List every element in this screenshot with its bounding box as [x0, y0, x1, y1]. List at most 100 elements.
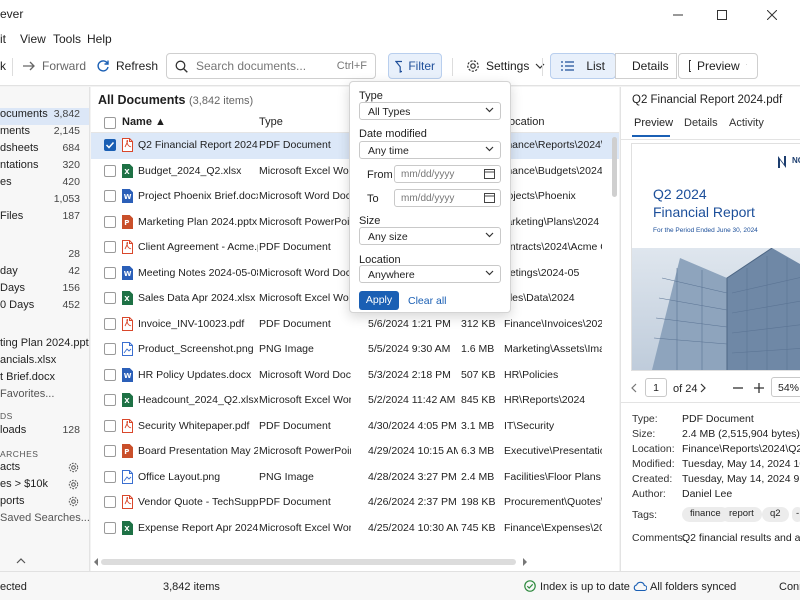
vertical-scrollbar[interactable] — [612, 137, 617, 197]
sidebar-favorite-item[interactable]: ancials.xlsx — [0, 354, 89, 371]
row-checkbox[interactable] — [104, 317, 116, 330]
table-row[interactable]: X Expense Report Apr 2024.xlsxMicrosoft E… — [91, 516, 619, 542]
table-row[interactable]: Vendor Quote - TechSupply.pdfPDF Documen… — [91, 490, 619, 516]
sidebar-favorite-item[interactable]: t Brief.docx — [0, 371, 89, 388]
row-checkbox[interactable] — [104, 190, 116, 202]
menu-edit[interactable]: it — [0, 32, 6, 46]
tag-chip[interactable]: q2 — [762, 507, 789, 522]
cell-size: 1.6 MB — [461, 343, 495, 355]
menu-view[interactable]: View — [20, 32, 46, 46]
table-row[interactable]: W HR Policy Updates.docx Microsoft Word Do… — [91, 363, 619, 389]
sidebar-item-presentations[interactable]: ntations 320 — [0, 159, 89, 176]
sort-ascending-icon: ▲ — [155, 116, 166, 128]
sidebar-item-documents[interactable]: ments 2,145 — [0, 125, 89, 142]
row-checkbox[interactable] — [104, 368, 116, 381]
row-checkbox[interactable] — [104, 241, 116, 253]
filter-clear-button[interactable]: Clear all — [408, 295, 447, 307]
column-location[interactable]: ocation — [509, 116, 544, 128]
gear-icon[interactable] — [68, 496, 79, 507]
filter-from-date[interactable]: mm/dd/yyyy — [394, 165, 501, 183]
gear-icon[interactable] — [68, 479, 79, 490]
back-button[interactable]: k — [0, 53, 12, 79]
table-row[interactable]: Office Layout.png PNG Image 4/28/2024 3:27… — [91, 465, 619, 491]
filter-date-select[interactable]: Any time — [359, 141, 501, 159]
row-checkbox[interactable] — [104, 445, 116, 457]
chevron-left-icon[interactable] — [630, 383, 637, 393]
row-checkbox[interactable] — [104, 139, 116, 151]
view-preview-button[interactable]: Preview — [678, 53, 758, 79]
tab-preview[interactable]: Preview — [634, 117, 673, 129]
sidebar-item-downloads[interactable]: loads 128 — [0, 424, 89, 441]
sidebar-date-yesterday[interactable]: day 42 — [0, 265, 89, 282]
sidebar-item-files[interactable]: Files 187 — [0, 210, 89, 227]
row-checkbox[interactable] — [104, 470, 116, 483]
sidebar-item-spreadsheets[interactable]: dsheets 684 — [0, 142, 89, 159]
filter-button[interactable]: Filter — [388, 53, 442, 79]
sidebar-favorite-item[interactable]: ting Plan 2024.pptx — [0, 337, 89, 354]
zoom-level[interactable]: 54% — [771, 377, 800, 397]
row-checkbox[interactable] — [104, 419, 116, 432]
filter-to-date[interactable]: mm/dd/yyyy — [394, 189, 501, 207]
row-checkbox[interactable] — [104, 496, 116, 508]
row-checkbox[interactable] — [104, 215, 116, 228]
toolbar-divider — [542, 58, 543, 76]
tag-more[interactable]: - — [792, 507, 800, 522]
view-list-button[interactable]: List — [550, 53, 616, 79]
sidebar-saved-searches-more[interactable]: Saved Searches... — [0, 512, 89, 529]
horizontal-scrollbar[interactable] — [101, 559, 516, 565]
sidebar-item-all-documents[interactable]: ocuments 3,842 — [0, 108, 89, 125]
refresh-button[interactable]: Refresh — [90, 53, 164, 79]
row-checkbox[interactable] — [104, 266, 116, 279]
zoom-out-icon[interactable] — [733, 387, 743, 389]
scroll-left-icon[interactable] — [93, 558, 99, 566]
maximize-button[interactable] — [700, 0, 744, 30]
row-checkbox[interactable] — [104, 521, 116, 534]
scroll-right-icon[interactable] — [522, 558, 528, 566]
filter-date-label: Date modified — [359, 128, 427, 140]
search-input[interactable] — [196, 59, 329, 73]
close-button[interactable] — [744, 0, 800, 30]
table-row[interactable]: Security Whitepaper.pdf PDF Document 4/30/… — [91, 414, 619, 440]
row-checkbox[interactable] — [104, 164, 116, 177]
menu-help[interactable]: Help — [87, 32, 112, 46]
sidebar-item-other[interactable]: 1,053 — [0, 193, 89, 210]
chevron-right-icon[interactable] — [700, 383, 707, 393]
sidebar-saved-search[interactable]: acts — [0, 461, 89, 478]
filter-apply-button[interactable]: Apply — [359, 291, 399, 310]
sidebar-saved-search[interactable]: ports — [0, 495, 89, 512]
select-all-checkbox[interactable] — [104, 117, 116, 129]
sidebar-saved-search[interactable]: es > $10k — [0, 478, 89, 495]
menu-tools[interactable]: Tools — [53, 32, 81, 46]
table-row[interactable]: Invoice_INV-10023.pdf PDF Document 5/6/202… — [91, 312, 619, 338]
row-checkbox[interactable] — [104, 394, 116, 406]
column-type[interactable]: Type — [259, 116, 283, 128]
zoom-in-icon[interactable] — [754, 383, 764, 393]
row-checkbox[interactable] — [104, 343, 116, 355]
sidebar-item-images[interactable]: es 420 — [0, 176, 89, 193]
search-box[interactable]: Ctrl+F — [166, 53, 376, 79]
sidebar-date-7-days[interactable]: Days 156 — [0, 282, 89, 299]
forward-button[interactable]: Forward — [16, 53, 92, 79]
filter-type-select[interactable]: All Types — [359, 102, 501, 120]
gear-icon[interactable] — [68, 462, 79, 473]
sidebar-favorites-more[interactable]: Favorites... — [0, 388, 89, 405]
settings-button[interactable]: Settings — [460, 53, 551, 79]
minimize-button[interactable] — [656, 0, 700, 30]
filter-size-select[interactable]: Any size — [359, 227, 501, 245]
row-checkbox[interactable] — [104, 292, 116, 304]
filter-location-select[interactable]: Anywhere — [359, 265, 501, 283]
tag-chip[interactable]: report — [721, 507, 762, 522]
sidebar-date-30-days[interactable]: 0 Days 452 — [0, 299, 89, 316]
table-row[interactable]: Product_Screenshot.png PNG Image 5/5/2024 … — [91, 337, 619, 363]
tab-details[interactable]: Details — [684, 117, 718, 129]
column-name[interactable]: Name ▲ — [122, 116, 166, 128]
cell-location: Finance\Expenses\2024 — [504, 521, 602, 534]
chevron-up-icon[interactable] — [16, 557, 26, 564]
sidebar-date-today[interactable]: 28 — [0, 248, 89, 265]
tab-activity[interactable]: Activity — [729, 117, 764, 129]
view-details-button[interactable]: Details — [615, 53, 677, 79]
status-item-count: 3,842 items — [163, 581, 220, 593]
table-row[interactable]: P Board Presentation May 2024.pptxMicroso… — [91, 439, 619, 465]
page-number-input[interactable]: 1 — [645, 378, 667, 397]
table-row[interactable]: X Headcount_2024_Q2.xlsx Microsoft Excel W… — [91, 388, 619, 414]
